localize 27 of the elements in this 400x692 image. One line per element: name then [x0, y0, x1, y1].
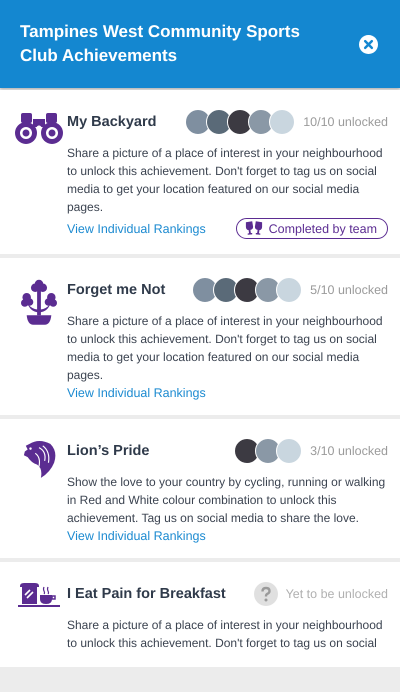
achievement-description: Share a picture of a place of interest in your neighbourhood to unlock this achievement. Don't forget to tag us on social media to get your location featured on our social media pages.	[67, 313, 384, 384]
avatar-photo-placeholder	[276, 277, 302, 303]
unlock-status: Yet to be unlocked	[286, 587, 388, 601]
rankings-link[interactable]: View Individual Rankings	[67, 222, 206, 236]
badge-label: Completed by team	[268, 222, 377, 236]
achievement-title: My Backyard	[67, 114, 156, 130]
achievement-description: Share a picture of a place of interest in your neighbourhood to unlock this achievement. Don't forget to tag us on social	[67, 617, 384, 652]
achievement-title: I Eat Pain for Breakfast	[67, 586, 226, 602]
unlock-status: 10/10 unlocked	[303, 115, 388, 129]
close-icon[interactable]	[359, 34, 378, 54]
avatar-photo-placeholder	[269, 109, 296, 135]
unlock-status: 5/10 unlocked	[310, 283, 388, 297]
achievement-description: Show the love to your country by cycling, running or walking in Red and White colour combination to unlock this achievement. Tag us on social media to share the love.	[67, 474, 386, 527]
unlock-status: 3/10 unlocked	[310, 444, 388, 458]
avatar-photo-placeholder	[276, 438, 302, 464]
glasses-toast-icon	[244, 221, 263, 236]
page-title: Tampines West Community Sports Club Achievements	[20, 21, 301, 67]
flower-icon	[20, 279, 56, 325]
achievement-description: Share a picture of a place of interest in your neighbourhood to unlock this achievement. Don't forget to tag us on social media to get your location featured on our social media pages.	[67, 145, 384, 216]
toast-and-cup-icon	[18, 583, 60, 607]
binoculars-icon	[14, 111, 62, 145]
achievement-title: Lion’s Pride	[67, 443, 150, 459]
achievement-title: Forget me Not	[67, 282, 166, 298]
rankings-link[interactable]: View Individual Rankings	[67, 386, 206, 400]
question-mark-icon	[254, 582, 278, 606]
lion-head-icon	[22, 440, 56, 478]
rankings-link[interactable]: View Individual Rankings	[67, 529, 206, 543]
